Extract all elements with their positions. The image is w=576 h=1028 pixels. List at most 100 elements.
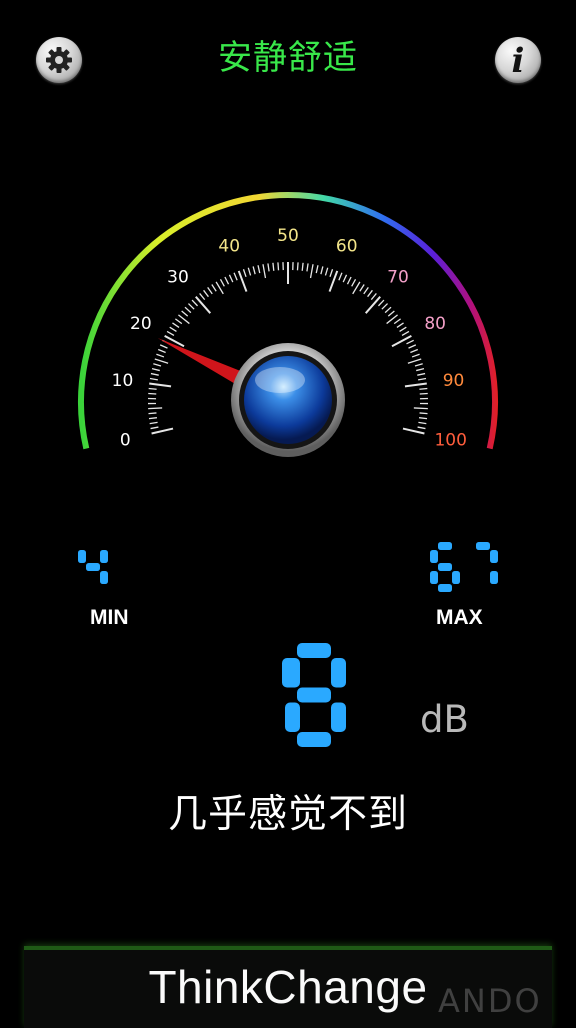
gauge-tick [402,331,409,335]
gauge-tick [419,418,427,419]
gauge-tick [196,297,210,314]
digit-segment [100,571,108,584]
gauge-tick [371,293,376,299]
gauge-tick [268,263,269,271]
gauge-tick-label: 60 [336,237,358,257]
digit-segment [452,571,460,584]
gauge-tick [321,266,323,274]
info-button[interactable]: i [495,37,541,83]
gauge-tick [160,345,167,348]
gauge-tick [378,300,383,306]
gauge-tick [148,408,162,409]
gauge-tick [364,287,369,294]
gauge-tick [234,273,237,280]
digit-segment [438,584,452,592]
gauge-tick [388,311,394,316]
gauge-tick-label: 70 [387,267,409,287]
gauge-tick [418,379,426,380]
gauge-tick [414,408,428,409]
digit-segment [490,571,498,584]
gauge-tick [417,374,425,376]
gauge-tick-label: 10 [112,371,134,391]
gauge-tick [229,275,232,282]
gauge-tick-label: 30 [167,267,189,287]
gauge-tick [368,290,373,296]
gauge-tick [419,388,427,389]
gauge-tick [339,273,342,280]
gauge-tick [185,307,191,312]
min-value-digit [78,550,108,584]
gauge-tick [167,331,174,335]
gauge-tick [258,265,260,273]
digit-segment [430,550,438,563]
gauge-tick [149,418,157,419]
gauge-tick [156,354,164,357]
digit-segment [476,542,490,550]
gauge-tick [330,269,333,277]
gauge-tick [400,327,407,331]
gauge-tick [343,275,346,282]
gauge-tick [408,359,421,363]
gauge-tick [347,277,351,284]
gauge-hub [231,343,345,457]
max-value-digit [476,542,498,584]
gauge-tick [149,388,157,389]
gauge-tick [151,374,159,376]
gauge-tick [253,266,255,274]
gauge-tick [208,287,213,294]
digit-segment [490,550,498,563]
max-value-display [430,542,502,596]
gauge-tick [273,263,274,271]
gauge-tick [152,429,173,434]
gauge-tick [152,369,160,371]
gauge-tick [158,350,165,353]
gauge-tick-label: 40 [218,237,240,257]
gauge-tick [225,277,229,284]
gauge-tick [297,262,298,270]
digit-segment [100,550,108,563]
gauge-tick [204,290,209,296]
current-db-display [236,643,348,749]
gauge-tick [397,323,404,328]
gauge-tick [403,429,424,434]
gauge-tick [366,297,380,314]
gauge-tick [151,427,159,429]
gauge-tick [175,319,181,324]
gauge-tick [409,345,416,348]
page-title: 安静舒适 [0,30,576,79]
gauge-tick-label: 90 [443,371,465,391]
gauge-tick [360,285,364,292]
gauge-tick [248,268,250,276]
gauge-tick [263,264,266,278]
gauge-tick [155,359,168,363]
gauge-tick [278,262,279,270]
digit-segment [438,542,452,550]
gauge-tick [418,422,426,423]
gauge-tick [325,268,327,276]
gauge-tick-label: 100 [434,431,466,451]
noise-status-text: 几乎感觉不到 [0,783,576,839]
gauge-tick [220,279,224,286]
info-icon: i [512,44,525,78]
gauge-tick-label: 0 [120,431,131,451]
gauge-tick [148,413,156,414]
min-label: MIN [90,606,129,630]
digit-segment [78,550,86,563]
gauge-tick-label: 20 [130,314,152,334]
gauge-tick-label: 50 [277,226,299,246]
gauge-tick [416,369,424,371]
digit-segment [331,658,346,688]
gauge-tick [410,350,417,353]
gauge-tick [170,327,177,331]
watermark: ANDO [438,982,542,1020]
max-value-digit [430,542,460,592]
gauge-tick [382,304,388,310]
min-value-display [78,542,112,596]
digit-segment [297,732,331,747]
gauge-tick [392,336,411,346]
digit-segment [438,563,452,571]
top-bar: 安静舒适 i [0,0,576,110]
digit-segment [282,658,297,688]
gauge-tick [420,413,428,414]
gauge-tick [149,383,171,386]
